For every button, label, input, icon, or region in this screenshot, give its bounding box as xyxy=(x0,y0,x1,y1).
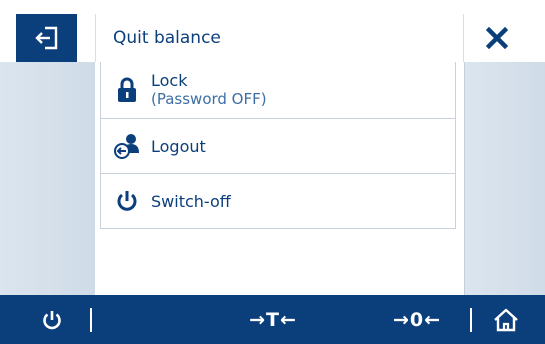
exit-icon xyxy=(34,26,57,50)
logout-user-icon xyxy=(113,132,141,160)
tare-label: →T← xyxy=(249,308,297,331)
footer-divider xyxy=(90,308,92,332)
home-button[interactable] xyxy=(484,295,528,344)
zero-button[interactable]: →0← xyxy=(377,295,457,344)
content-area: Lock (Password OFF) Logout Switch-off xyxy=(0,62,545,295)
quit-menu: Lock (Password OFF) Logout Switch-off xyxy=(100,62,456,229)
zero-label: →0← xyxy=(392,308,442,331)
tare-button[interactable]: →T← xyxy=(228,295,318,344)
switch-off-label: Switch-off xyxy=(151,191,231,211)
footer-divider xyxy=(470,308,472,332)
lock-label: Lock xyxy=(151,71,188,90)
footer-power-button[interactable] xyxy=(34,295,70,344)
menu-item-lock[interactable]: Lock (Password OFF) xyxy=(101,62,455,118)
logout-label: Logout xyxy=(151,136,206,156)
home-icon xyxy=(494,308,518,331)
menu-panel: Lock (Password OFF) Logout Switch-off xyxy=(95,62,464,295)
power-icon xyxy=(43,310,61,329)
lock-icon xyxy=(113,76,141,104)
power-icon xyxy=(113,187,141,215)
left-side-panel xyxy=(0,62,96,295)
menu-item-logout[interactable]: Logout xyxy=(101,118,455,173)
close-icon xyxy=(486,27,508,49)
lock-sublabel: (Password OFF) xyxy=(151,90,267,108)
close-button[interactable] xyxy=(464,14,530,62)
menu-item-switch-off[interactable]: Switch-off xyxy=(101,173,455,228)
header-bar: Quit balance xyxy=(0,0,545,63)
right-side-panel xyxy=(464,62,545,295)
footer-bar: →T← →0← xyxy=(0,295,545,344)
page-title: Quit balance xyxy=(95,14,464,62)
exit-button[interactable] xyxy=(16,14,77,62)
